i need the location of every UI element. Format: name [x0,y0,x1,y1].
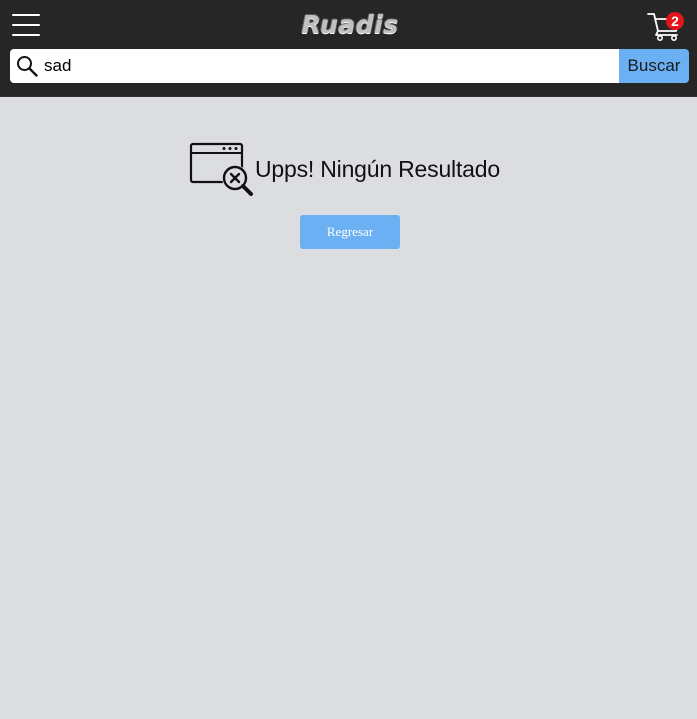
search-icon [17,56,38,77]
menu-icon-line-2 [12,24,40,26]
empty-results: Upps! Ningún Resultado [189,142,500,196]
menu-button[interactable] [12,12,40,38]
logo[interactable]: Ruadis [296,9,404,41]
search-box[interactable] [10,49,619,83]
search-bar: Buscar [10,49,689,83]
menu-icon-line-3 [12,34,40,36]
empty-results-title: Upps! Ningún Resultado [255,155,500,182]
back-button[interactable]: Regresar [300,215,400,249]
cart-count-badge: 2 [666,12,684,30]
menu-icon-line-1 [12,14,40,16]
top-bar: Ruadis 2 Buscar [0,0,697,97]
search-input[interactable] [44,51,619,81]
no-results-icon [189,142,253,196]
search-button[interactable]: Buscar [619,49,689,83]
logo-text: Ruadis [301,10,399,39]
